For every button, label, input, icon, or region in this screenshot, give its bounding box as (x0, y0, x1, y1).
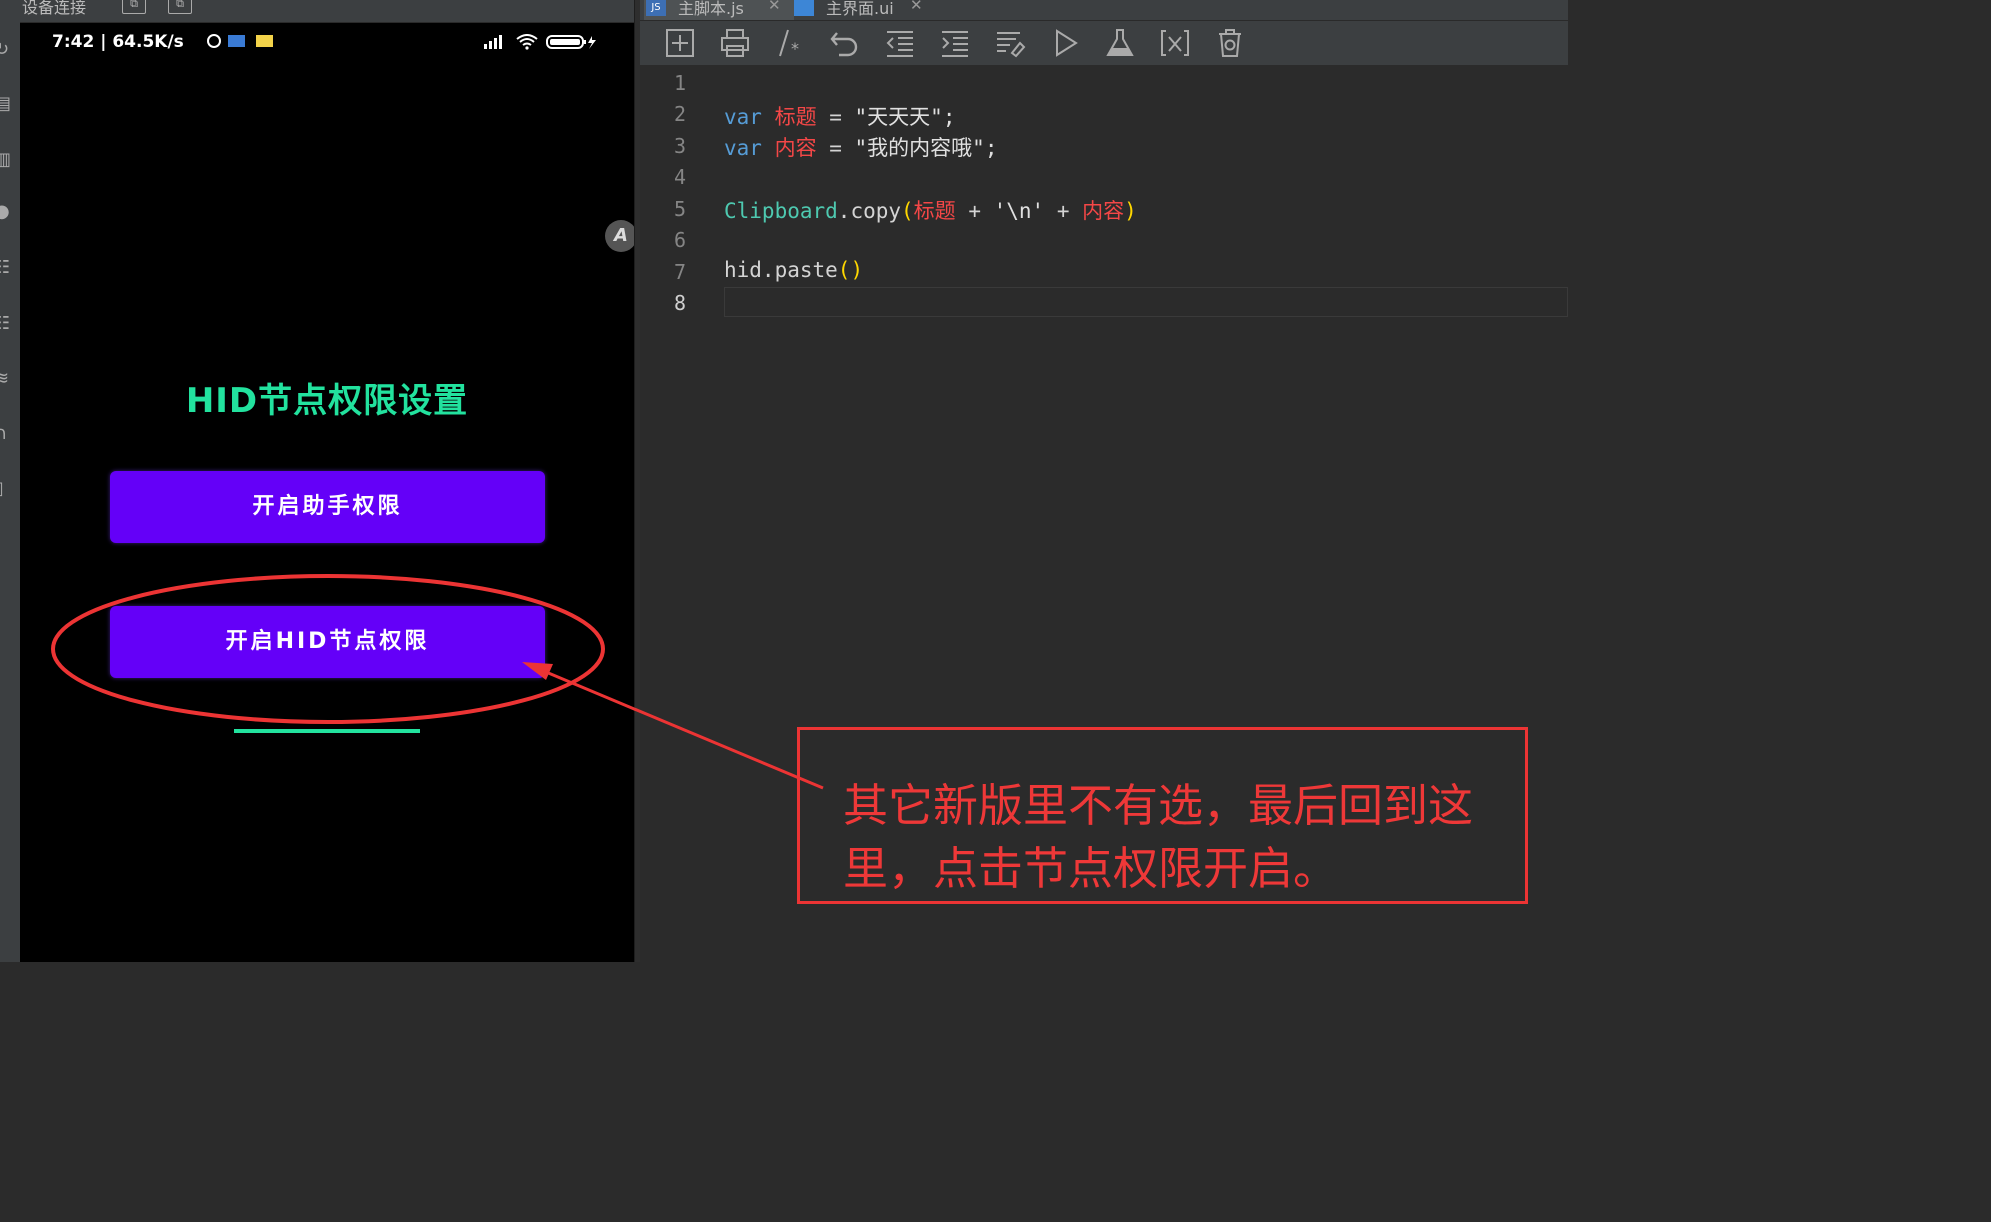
device-panel-header: 设备连接 ⧉ ⧉ (0, 0, 636, 23)
line-number: 3 (673, 134, 686, 158)
window-icon[interactable]: ⧉ (122, 0, 146, 14)
usb-icon[interactable]: ∩ (0, 422, 14, 446)
print-icon[interactable] (719, 27, 751, 59)
enable-hid-node-permission-button[interactable]: 开启HID节点权限 (110, 606, 545, 678)
editor-tabs: JS 主脚本.js ✕ 主界面.ui ✕ (640, 0, 1568, 21)
status-time: 7:42 | 64.5K/s (52, 32, 184, 52)
line-number: 6 (673, 228, 686, 252)
tab-label: 主脚本.js (678, 0, 744, 18)
current-line-highlight (724, 287, 1568, 317)
keyword: var (724, 105, 762, 129)
method-name: .copy (837, 199, 902, 223)
operator: + (1044, 199, 1083, 223)
node-tree-icon[interactable]: ☷ (0, 256, 14, 280)
code-line: hid.paste() (724, 258, 863, 282)
code-line: Clipboard.copy(标题 + '\n' + 内容) (724, 195, 1137, 225)
tab-label: 主界面.ui (826, 0, 894, 18)
phone-screen: 7:42 | 64.5K/s A HID节点权限设置 开启助手权限 开启HID节… (20, 23, 634, 962)
device-panel: 设备连接 ⧉ ⧉ ↻ ▤ ▥ ● ☷ ☷ ≋ ∩ ▯ 7:42 | 64.5K/… (0, 0, 636, 962)
format-icon[interactable] (994, 27, 1026, 59)
identifier: 标题 (774, 105, 817, 129)
code-line: var 标题 = "天天天"; (724, 101, 955, 131)
battery-icon (546, 35, 596, 49)
paren: ) (1124, 199, 1137, 223)
identifier: 内容 (1082, 199, 1125, 223)
outdent-icon[interactable] (884, 27, 916, 59)
signal-icon (484, 35, 502, 49)
device-icon[interactable]: ▯ (0, 477, 14, 501)
device-tool-strip: ↻ ▤ ▥ ● ☷ ☷ ≋ ∩ ▯ (0, 22, 20, 962)
new-file-icon[interactable] (664, 27, 696, 59)
node-tree-icon[interactable]: ☷ (0, 312, 14, 336)
string-literal: "天天天"; (854, 105, 956, 129)
run-icon[interactable] (1049, 27, 1081, 59)
paren: ( (901, 199, 914, 223)
operator: + (955, 199, 994, 223)
wifi-icon[interactable]: ≋ (0, 367, 14, 391)
ui-file-icon (794, 0, 814, 16)
message-icon (256, 35, 273, 47)
operator: = (816, 136, 855, 160)
identifier: 内容 (774, 136, 817, 160)
js-file-icon: JS (646, 0, 666, 16)
window-icon[interactable]: ⧉ (168, 0, 192, 14)
palette-icon[interactable]: ● (0, 200, 14, 224)
close-icon[interactable]: ✕ (768, 0, 781, 14)
apk-icon[interactable]: ▤ (0, 92, 14, 116)
string-literal: '\n' (993, 199, 1045, 223)
settings-icon (207, 34, 221, 48)
class-name: Clipboard (724, 199, 838, 223)
annotation-text: 其它新版里不有选，最后回到这里，点击节点权限开启。 (843, 779, 1474, 895)
hid-settings-title: HID节点权限设置 (185, 381, 469, 421)
close-icon[interactable]: ✕ (910, 0, 923, 14)
device-panel-title: 设备连接 (22, 0, 87, 17)
progress-indicator (234, 729, 420, 733)
undo-icon[interactable] (829, 27, 861, 59)
floating-ball-icon[interactable]: A (605, 220, 634, 252)
keyword: var (724, 136, 762, 160)
refresh-icon[interactable]: ↻ (0, 38, 14, 62)
line-number: 2 (673, 102, 686, 126)
flask-icon[interactable] (1104, 27, 1136, 59)
line-number: 7 (673, 260, 686, 284)
paren: () (837, 258, 864, 282)
wifi-status-icon (516, 34, 538, 50)
string-literal: "我的内容哦"; (854, 136, 998, 160)
identifier: 标题 (913, 199, 956, 223)
tab-main-ui[interactable]: 主界面.ui ✕ (792, 0, 932, 20)
tab-main-script[interactable]: JS 主脚本.js ✕ (644, 0, 794, 20)
clear-icon[interactable] (1214, 27, 1246, 59)
image-icon (228, 35, 245, 47)
indent-icon[interactable] (939, 27, 971, 59)
file-icon[interactable]: ▥ (0, 148, 14, 172)
variable-icon[interactable] (1159, 27, 1191, 59)
operator: = (816, 105, 855, 129)
editor-toolbar: * (640, 21, 1568, 65)
line-number: 8 (673, 291, 686, 315)
line-number: 1 (673, 71, 686, 95)
comment-icon[interactable]: * (774, 27, 806, 59)
function-call: hid.paste (724, 258, 838, 282)
line-number: 4 (673, 165, 686, 189)
line-number: 5 (673, 197, 686, 221)
enable-assistant-permission-button[interactable]: 开启助手权限 (110, 471, 545, 543)
svg-text:*: * (791, 39, 799, 58)
code-line: var 内容 = "我的内容哦"; (724, 132, 997, 162)
